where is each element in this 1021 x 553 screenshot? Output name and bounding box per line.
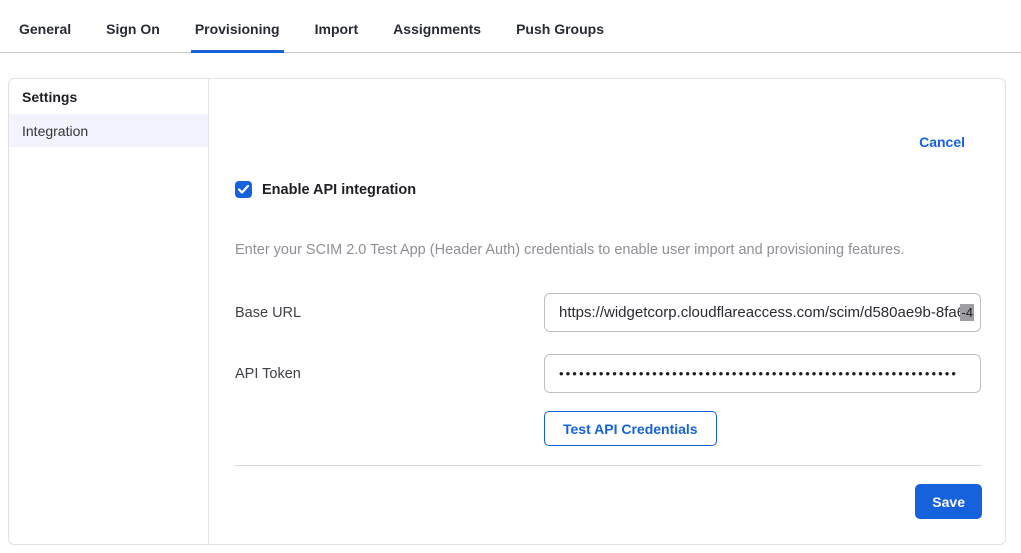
api-token-row: API Token ••••••••••••••••••••••••••••••… bbox=[235, 354, 981, 393]
test-api-credentials-button[interactable]: Test API Credentials bbox=[544, 411, 717, 446]
base-url-row: Base URL https://widgetcorp.cloudflareac… bbox=[235, 293, 981, 332]
enable-api-integration-label: Enable API integration bbox=[262, 182, 416, 198]
base-url-value: https://widgetcorp.cloudflareaccess.com/… bbox=[559, 304, 960, 321]
api-token-input[interactable]: ••••••••••••••••••••••••••••••••••••••••… bbox=[544, 354, 981, 393]
tab-general[interactable]: General bbox=[19, 0, 71, 53]
tab-import[interactable]: Import bbox=[315, 0, 359, 53]
save-button[interactable]: Save bbox=[915, 484, 982, 519]
checkmark-icon bbox=[238, 185, 249, 194]
api-token-masked-value: ••••••••••••••••••••••••••••••••••••••••… bbox=[559, 366, 958, 381]
api-token-label: API Token bbox=[235, 366, 301, 382]
base-url-input[interactable]: https://widgetcorp.cloudflareaccess.com/… bbox=[544, 293, 981, 332]
base-url-selected-text: -4 bbox=[960, 304, 974, 321]
app-tab-bar: General Sign On Provisioning Import Assi… bbox=[0, 0, 1021, 53]
sidebar-header: Settings bbox=[9, 79, 208, 114]
credentials-description: Enter your SCIM 2.0 Test App (Header Aut… bbox=[235, 242, 981, 258]
tab-assignments[interactable]: Assignments bbox=[393, 0, 481, 53]
sidebar-item-integration[interactable]: Integration bbox=[9, 114, 208, 147]
tab-provisioning[interactable]: Provisioning bbox=[195, 0, 280, 53]
footer-divider bbox=[235, 465, 982, 466]
tab-sign-on[interactable]: Sign On bbox=[106, 0, 160, 53]
settings-sidebar: Settings Integration bbox=[9, 79, 209, 544]
integration-settings-form: Cancel Enable API integration Enter your… bbox=[210, 79, 1005, 544]
enable-api-integration-checkbox[interactable] bbox=[235, 181, 252, 198]
enable-api-integration-row: Enable API integration bbox=[235, 181, 416, 198]
tab-push-groups[interactable]: Push Groups bbox=[516, 0, 604, 53]
provisioning-panel: Settings Integration Cancel Enable API i… bbox=[8, 78, 1006, 545]
base-url-label: Base URL bbox=[235, 305, 301, 321]
cancel-button[interactable]: Cancel bbox=[919, 134, 965, 150]
